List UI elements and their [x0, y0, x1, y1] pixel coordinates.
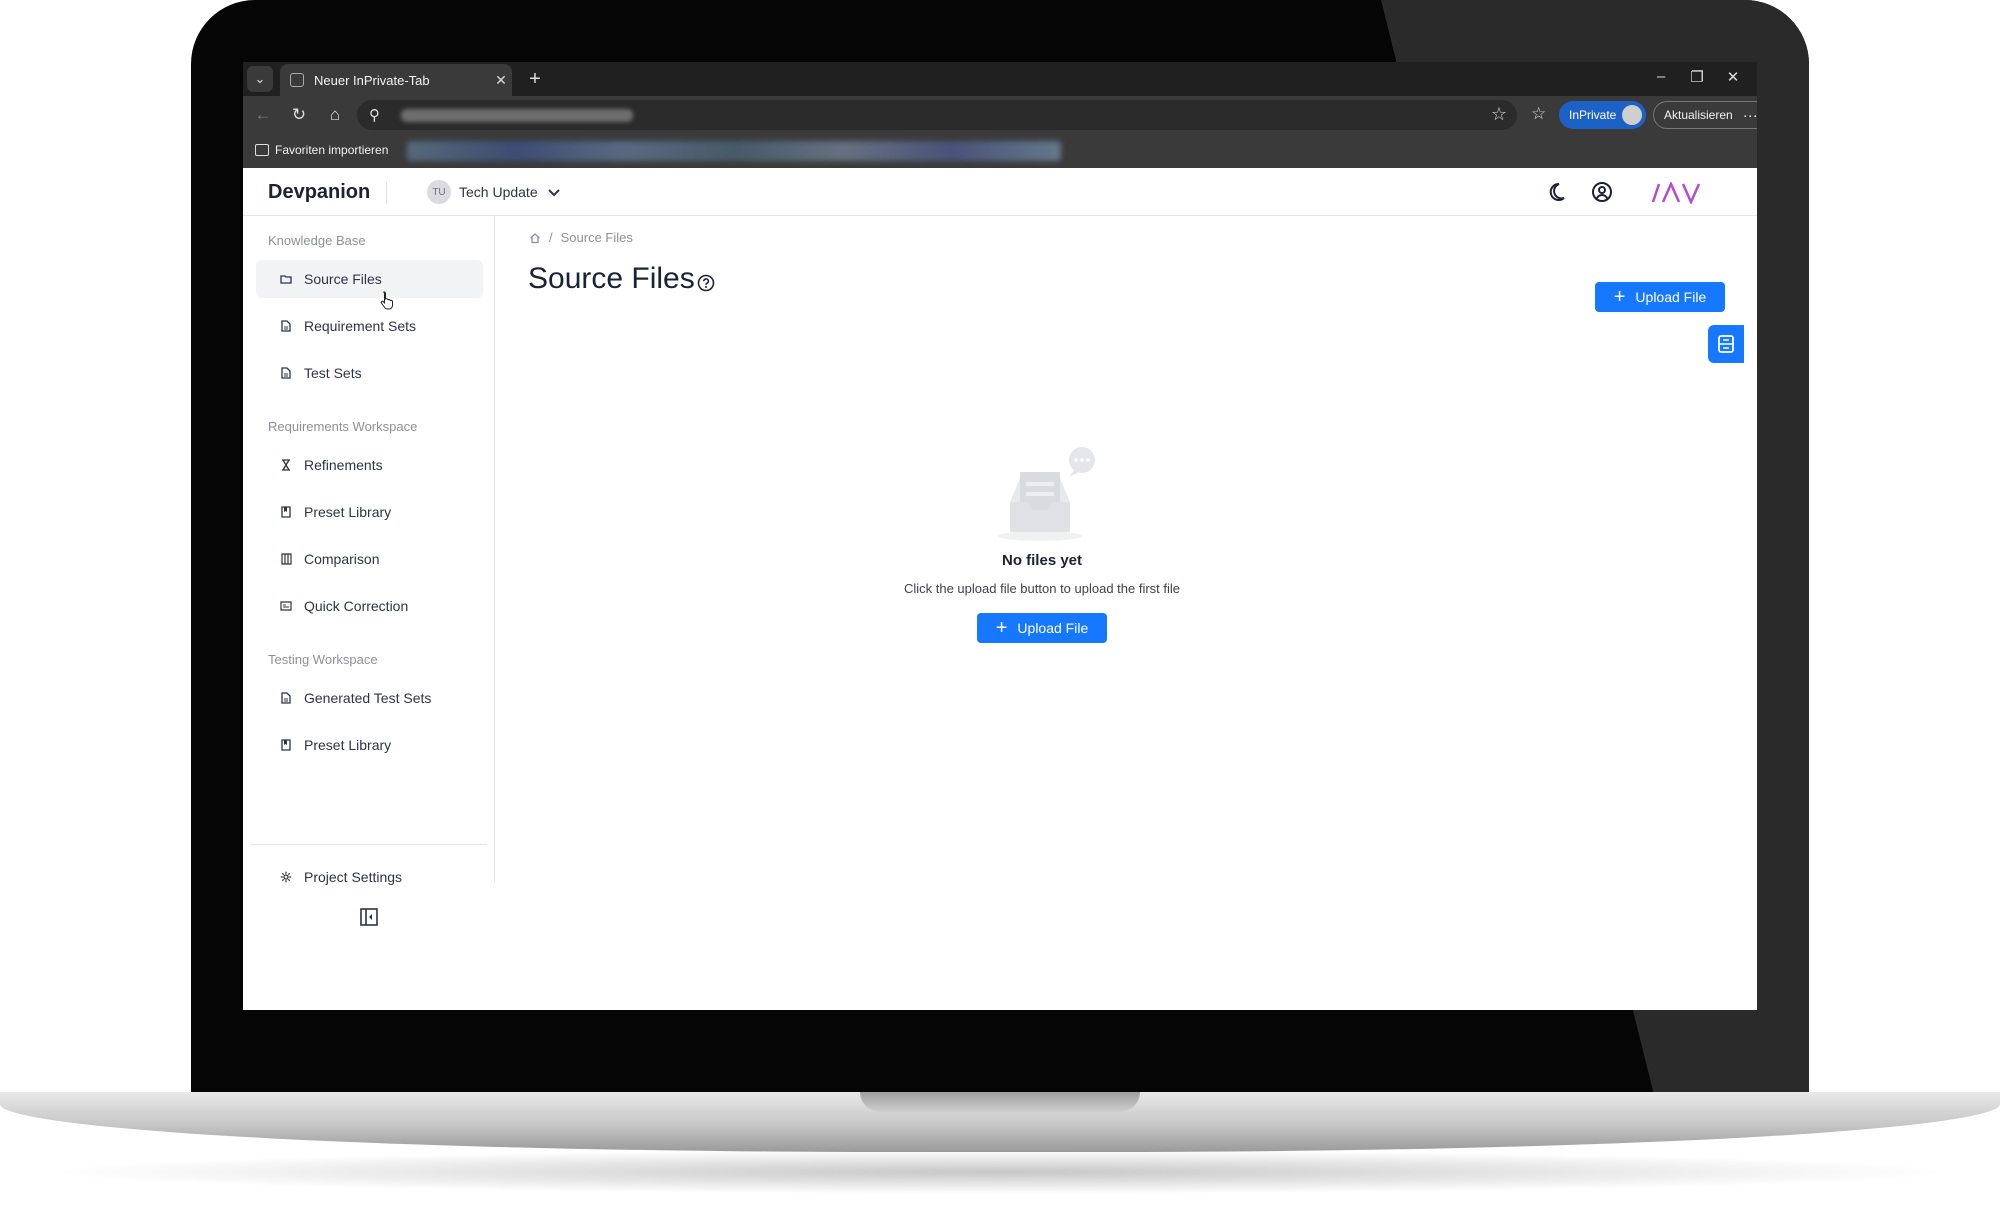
more-icon[interactable]: ··· [1743, 107, 1757, 124]
restore-icon[interactable]: ❐ [1683, 68, 1711, 86]
browser-titlebar: ⌄ Neuer InPrivate-Tab ✕ + – ❐ ✕ [243, 62, 1757, 96]
header-divider [386, 182, 387, 204]
document-icon [280, 319, 292, 333]
browser-window: ⌄ Neuer InPrivate-Tab ✕ + – ❐ ✕ ← ↻ ⌂ ⚲ … [243, 62, 1757, 1010]
inprivate-label: InPrivate [1569, 108, 1617, 122]
sidebar: Knowledge Base Source Files Requirement … [243, 216, 495, 926]
book-icon [280, 738, 292, 752]
sidebar-item-requirement-sets[interactable]: Requirement Sets [256, 307, 483, 345]
sidebar-item-label: Generated Test Sets [304, 690, 432, 706]
breadcrumb-current: Source Files [560, 230, 633, 245]
tab-list-chevron-icon[interactable]: ⌄ [247, 66, 273, 92]
upload-file-label: Upload File [1635, 289, 1707, 305]
update-button[interactable]: Aktualisieren ··· [1653, 101, 1757, 129]
sidebar-item-label: Preset Library [304, 504, 392, 520]
document-icon [280, 366, 292, 380]
reload-icon[interactable]: ↻ [287, 104, 311, 126]
sidebar-item-source-files[interactable]: Source Files [256, 260, 483, 298]
sidebar-item-label: Source Files [304, 271, 382, 287]
home-icon[interactable] [529, 232, 541, 244]
sidebar-item-generated-test-sets[interactable]: Generated Test Sets [256, 679, 483, 717]
minimize-icon[interactable]: – [1647, 68, 1675, 85]
tab-page-icon [290, 73, 304, 87]
back-icon[interactable]: ← [251, 104, 275, 126]
empty-title: No files yet [1001, 552, 1083, 569]
project-selector[interactable]: TU Tech Update [427, 180, 560, 204]
tab-title: Neuer InPrivate-Tab [314, 72, 430, 88]
gear-icon [280, 870, 292, 884]
upload-file-label: Upload File [1017, 620, 1089, 636]
sidebar-item-project-settings[interactable]: Project Settings [256, 858, 483, 896]
plus-icon: + [995, 617, 1008, 639]
collapse-sidebar-icon[interactable] [360, 908, 378, 926]
close-tab-icon[interactable]: ✕ [490, 72, 512, 89]
sidebar-item-label: Test Sets [304, 365, 362, 381]
favorites-blurred [407, 141, 1061, 161]
close-window-icon[interactable]: ✕ [1719, 68, 1747, 86]
sidebar-item-comparison[interactable]: Comparison [256, 540, 483, 578]
upload-file-button[interactable]: + Upload File [1595, 282, 1725, 312]
sidebar-item-refinements[interactable]: Refinements [256, 446, 483, 484]
import-favorites-button[interactable]: Favoriten importieren [255, 143, 388, 157]
browser-tab[interactable]: Neuer InPrivate-Tab ✕ [280, 64, 512, 96]
breadcrumb-separator: / [549, 230, 553, 245]
app-header: Devpanion TU Tech Update [243, 168, 1757, 216]
search-icon: ⚲ [369, 107, 380, 124]
address-text-blurred [401, 109, 633, 122]
main-content: / Source Files Source Files + Upload Fil… [495, 216, 1757, 1010]
sidebar-item-preset-library[interactable]: Preset Library [256, 493, 483, 531]
breadcrumb: / Source Files [529, 230, 633, 245]
favorites-bar: Favoriten importieren [243, 134, 1757, 168]
update-label: Aktualisieren [1664, 108, 1733, 122]
mouse-pointer-icon [380, 291, 393, 310]
page-title: Source Files [528, 262, 695, 295]
hourglass-icon [280, 458, 292, 472]
sidebar-item-label: Refinements [304, 457, 383, 473]
import-icon [255, 144, 269, 156]
moon-icon[interactable] [1545, 181, 1567, 203]
section-testing-workspace: Testing Workspace [268, 652, 378, 667]
columns-icon [280, 552, 292, 566]
sidebar-item-label: Quick Correction [304, 598, 409, 614]
folder-icon [280, 272, 292, 286]
sidebar-item-label: Comparison [304, 551, 380, 567]
empty-description: Click the upload file button to upload t… [903, 581, 1181, 596]
sidebar-item-preset-library-testing[interactable]: Preset Library [256, 726, 483, 764]
profile-avatar [1622, 105, 1643, 125]
help-icon[interactable] [697, 274, 715, 292]
book-icon [280, 505, 292, 519]
project-avatar: TU [427, 180, 451, 204]
empty-upload-file-button[interactable]: + Upload File [977, 613, 1107, 643]
browser-toolbar: ← ↻ ⌂ ⚲ ☆ ☆ InPrivate Aktualisieren ··· [243, 96, 1757, 134]
import-favorites-label: Favoriten importieren [275, 143, 389, 157]
user-account-icon[interactable] [1591, 181, 1613, 203]
chevron-down-icon [547, 185, 560, 200]
star-icon[interactable]: ☆ [1491, 104, 1507, 125]
sidebar-item-label: Project Settings [304, 869, 403, 885]
empty-inbox-illustration [998, 447, 1095, 541]
home-icon[interactable]: ⌂ [323, 104, 347, 126]
project-name: Tech Update [459, 184, 538, 200]
brand-name[interactable]: Devpanion [268, 181, 370, 204]
section-requirements-workspace: Requirements Workspace [268, 419, 418, 434]
sidebar-item-quick-correction[interactable]: Quick Correction [256, 587, 483, 625]
card-icon [280, 599, 292, 613]
favorites-icon[interactable]: ☆ [1531, 104, 1546, 124]
document-icon [280, 691, 292, 705]
plus-icon: + [1613, 286, 1626, 308]
sidebar-divider [251, 844, 487, 845]
empty-state: No files yet Click the upload file butto… [812, 446, 1272, 676]
address-bar[interactable]: ⚲ ☆ [357, 100, 1517, 130]
assistant-side-tab[interactable] [1708, 325, 1744, 363]
laptop-shadow [40, 1150, 1960, 1194]
iav-logo [1651, 182, 1701, 204]
panel-icon [1718, 335, 1734, 353]
laptop-notch [860, 1092, 1140, 1112]
section-knowledge-base: Knowledge Base [268, 233, 366, 248]
sidebar-item-test-sets[interactable]: Test Sets [256, 354, 483, 392]
sidebar-item-label: Preset Library [304, 737, 392, 753]
inprivate-badge[interactable]: InPrivate [1559, 101, 1647, 129]
sidebar-item-label: Requirement Sets [304, 318, 417, 334]
new-tab-icon[interactable]: + [523, 67, 547, 91]
